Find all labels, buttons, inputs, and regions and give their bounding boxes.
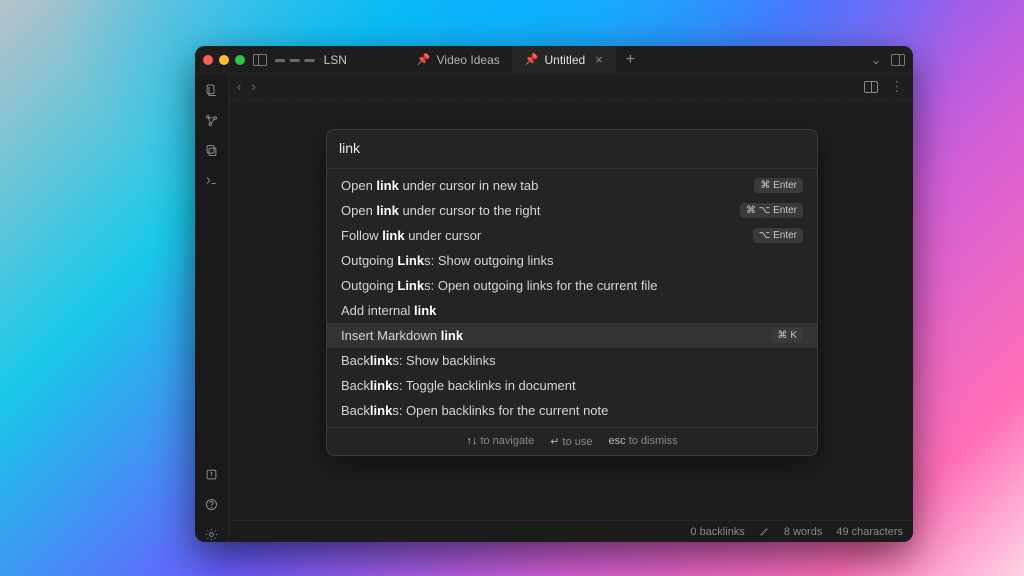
use-key: ↵ bbox=[550, 436, 559, 448]
palette-item-text: Open link under cursor in new tab bbox=[341, 178, 538, 193]
palette-item-text: Add internal link bbox=[341, 303, 436, 318]
status-bar: 0 backlinks 8 words 49 characters bbox=[229, 520, 913, 542]
editor-toolbar: ‹ › ⋯ bbox=[229, 74, 913, 100]
new-tab-button[interactable]: + bbox=[616, 46, 645, 73]
tab-label: Untitled bbox=[544, 53, 585, 67]
minimize-window-button[interactable] bbox=[219, 55, 229, 65]
palette-item-text: Outgoing Links: Show outgoing links bbox=[341, 253, 553, 268]
app-window: ▬ ▬ ▬ LSN 📌 Video Ideas 📌 Untitled × + ⌄ bbox=[195, 46, 913, 542]
palette-item[interactable]: Insert Markdown link ⌘ K bbox=[327, 323, 817, 348]
window-controls bbox=[203, 55, 245, 65]
palette-search-input[interactable] bbox=[339, 140, 805, 156]
titlebar: ▬ ▬ ▬ LSN 📌 Video Ideas 📌 Untitled × + ⌄ bbox=[195, 46, 913, 74]
palette-item[interactable]: Outgoing Links: Open outgoing links for … bbox=[327, 273, 817, 298]
palette-item-text: Backlinks: Toggle backlinks in document bbox=[341, 378, 576, 393]
palette-item[interactable]: Follow link under cursor ⌥ Enter bbox=[327, 223, 817, 248]
reading-mode-icon[interactable] bbox=[864, 81, 878, 93]
titlebar-marks: ▬ ▬ ▬ bbox=[275, 54, 316, 65]
titlebar-right: ⌄ bbox=[871, 53, 905, 67]
panel-right-icon[interactable] bbox=[891, 54, 905, 66]
maximize-window-button[interactable] bbox=[235, 55, 245, 65]
files-icon[interactable] bbox=[204, 82, 220, 98]
tab-untitled[interactable]: 📌 Untitled × bbox=[513, 46, 616, 73]
pin-icon: 📌 bbox=[417, 53, 431, 66]
pin-icon: 📌 bbox=[525, 53, 539, 66]
pencil-icon[interactable] bbox=[759, 526, 770, 537]
palette-item-text: Outgoing Links: Open outgoing links for … bbox=[341, 278, 658, 293]
settings-icon[interactable] bbox=[204, 526, 220, 542]
status-words: 8 words bbox=[784, 526, 823, 538]
sidebar bbox=[195, 74, 229, 542]
dismiss-key: esc bbox=[609, 435, 626, 447]
nav-keys: ↑↓ bbox=[466, 435, 477, 447]
tabs: 📌 Video Ideas 📌 Untitled × + bbox=[405, 46, 645, 73]
use-hint: to use bbox=[563, 436, 593, 448]
palette-search-wrap bbox=[327, 130, 817, 169]
tab-label: Video Ideas bbox=[437, 53, 500, 67]
vault-icon[interactable] bbox=[204, 466, 220, 482]
tab-video-ideas[interactable]: 📌 Video Ideas bbox=[405, 46, 513, 73]
tab-close-button[interactable]: × bbox=[595, 52, 603, 67]
nav-hint: to navigate bbox=[480, 435, 534, 447]
palette-item-shortcut: ⌘ K bbox=[772, 328, 803, 343]
palette-item-shortcut: ⌘ ⌥ Enter bbox=[740, 203, 803, 218]
palette-item-text: Follow link under cursor bbox=[341, 228, 481, 243]
status-backlinks[interactable]: 0 backlinks bbox=[690, 526, 744, 538]
palette-item[interactable]: Add internal link bbox=[327, 298, 817, 323]
palette-item-shortcut: ⌘ Enter bbox=[754, 178, 803, 193]
palette-item[interactable]: Backlinks: Show backlinks bbox=[327, 348, 817, 373]
nav-back-button[interactable]: ‹ bbox=[237, 79, 241, 94]
palette-item[interactable]: Outgoing Links: Show outgoing links bbox=[327, 248, 817, 273]
palette-item-shortcut: ⌥ Enter bbox=[753, 228, 803, 243]
copy-icon[interactable] bbox=[204, 142, 220, 158]
command-palette: Open link under cursor in new tab ⌘ Enter… bbox=[326, 129, 818, 456]
palette-results: Open link under cursor in new tab ⌘ Enter… bbox=[327, 169, 817, 427]
palette-item-text: Backlinks: Show backlinks bbox=[341, 353, 496, 368]
app-body: ‹ › ⋯ Open link under cursor in new tab ⌘… bbox=[195, 74, 913, 542]
graph-icon[interactable] bbox=[204, 112, 220, 128]
status-chars: 49 characters bbox=[836, 526, 903, 538]
help-icon[interactable] bbox=[204, 496, 220, 512]
palette-item[interactable]: Open link under cursor to the right ⌘ ⌥ E… bbox=[327, 198, 817, 223]
editor-area: ‹ › ⋯ Open link under cursor in new tab ⌘… bbox=[229, 74, 913, 542]
vault-name: LSN bbox=[324, 53, 347, 67]
palette-item-text: Open link under cursor to the right bbox=[341, 203, 540, 218]
chevron-down-icon[interactable]: ⌄ bbox=[871, 53, 881, 67]
palette-item[interactable]: Open link under cursor in new tab ⌘ Enter bbox=[327, 173, 817, 198]
command-icon[interactable] bbox=[204, 172, 220, 188]
panel-left-icon[interactable] bbox=[253, 54, 267, 66]
palette-item-text: Backlinks: Open backlinks for the curren… bbox=[341, 403, 608, 418]
titlebar-left: ▬ ▬ ▬ LSN bbox=[253, 53, 347, 67]
nav-forward-button[interactable]: › bbox=[251, 79, 255, 94]
palette-item[interactable]: Backlinks: Open backlinks for the curren… bbox=[327, 398, 817, 423]
dismiss-hint: to dismiss bbox=[629, 435, 678, 447]
palette-item[interactable]: Backlinks: Toggle backlinks in document bbox=[327, 373, 817, 398]
close-window-button[interactable] bbox=[203, 55, 213, 65]
palette-item-text: Insert Markdown link bbox=[341, 328, 463, 343]
palette-footer: ↑↓ to navigate ↵ to use esc to dismiss bbox=[327, 427, 817, 455]
